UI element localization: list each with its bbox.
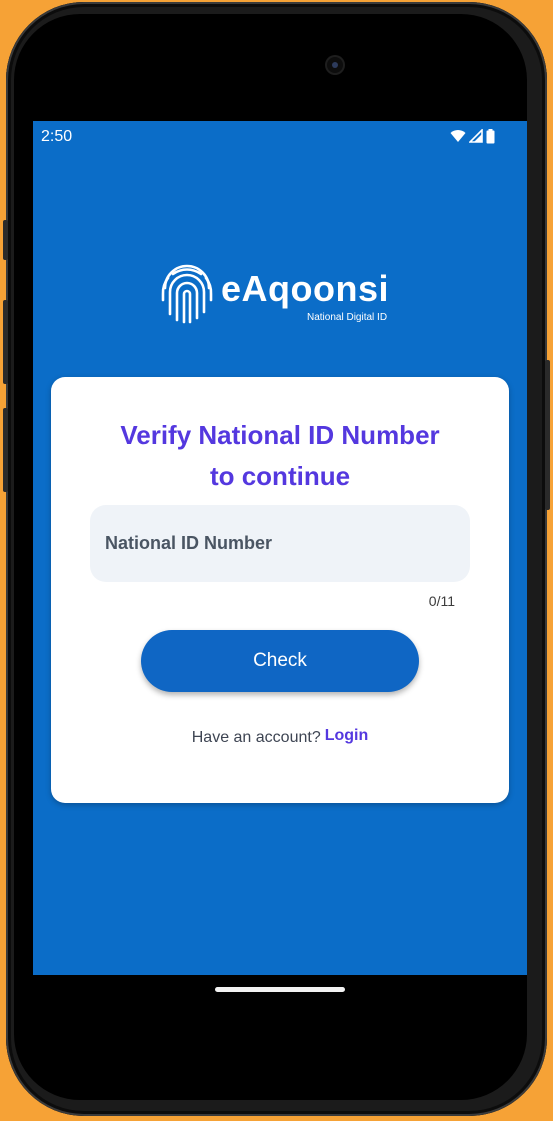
- account-prompt: Have an account?: [191, 729, 321, 746]
- logo-title: eAqoonsi: [221, 268, 390, 309]
- status-time: 2:50: [41, 128, 73, 145]
- card-title: Verify National ID Number to continue: [51, 415, 509, 497]
- app-logo: eAqoonsi National Digital ID: [159, 264, 409, 326]
- national-id-input[interactable]: [90, 505, 470, 582]
- battery-icon: [486, 128, 495, 143]
- app-screen: 2:50 eAqoonsi National Digital ID Verify…: [33, 121, 527, 975]
- home-gesture-bar[interactable]: [215, 987, 345, 992]
- status-bar: 2:50: [33, 121, 527, 151]
- side-button: [3, 300, 8, 384]
- fingerprint-icon: [161, 264, 213, 324]
- card-title-line1: Verify National ID Number: [120, 420, 440, 450]
- side-button: [3, 220, 8, 260]
- front-camera: [327, 57, 343, 73]
- login-link[interactable]: Login: [325, 727, 369, 744]
- verify-card: Verify National ID Number to continue 0/…: [51, 377, 509, 803]
- account-row: Have an account? Login: [51, 727, 509, 747]
- status-icons: [450, 128, 495, 144]
- logo-tagline: National Digital ID: [307, 312, 388, 323]
- check-button[interactable]: Check: [141, 630, 419, 692]
- side-button: [545, 360, 550, 510]
- page-background: 2:50 eAqoonsi National Digital ID Verify…: [0, 0, 553, 1121]
- signal-icon: [469, 129, 483, 143]
- character-counter: 0/11: [428, 593, 455, 609]
- wifi-icon: [450, 130, 466, 142]
- card-title-line2: to continue: [209, 461, 351, 491]
- side-button: [3, 408, 8, 492]
